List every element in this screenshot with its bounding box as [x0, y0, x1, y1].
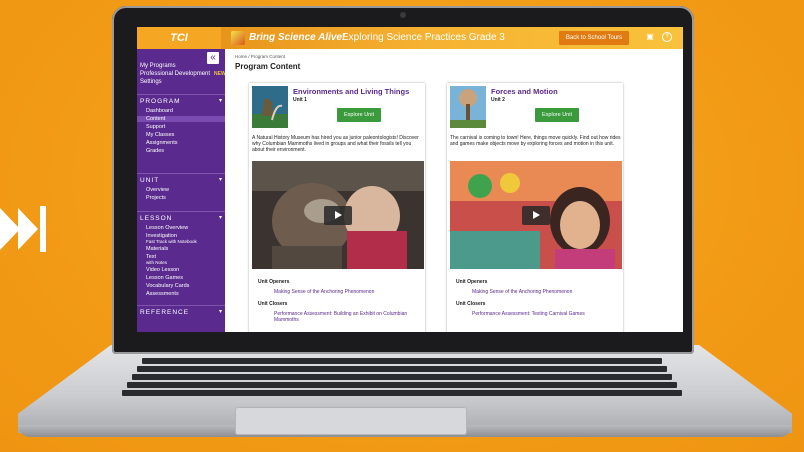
breadcrumb[interactable]: Home / Program Content	[235, 54, 285, 59]
sidebar-item-label: Professional Development	[140, 71, 211, 77]
performance-assessment-link[interactable]: Performance Assessment: Testing Carnival…	[472, 311, 612, 317]
help-icon[interactable]: ?	[662, 32, 672, 42]
sidebar-item-professional-development[interactable]: Professional Development NEW	[140, 71, 226, 77]
play-icon[interactable]	[324, 206, 352, 225]
sidebar-item-overview[interactable]: Overview	[137, 187, 225, 193]
sidebar-item-my-classes[interactable]: My Classes	[137, 132, 225, 138]
sidebar-item-sublabel: Fast Track with Notebook	[146, 239, 197, 244]
chevron-down-icon: ▾	[218, 98, 222, 104]
sidebar-item-lesson-games[interactable]: Lesson Games	[137, 275, 225, 281]
sidebar-item-grades[interactable]: Grades	[137, 148, 225, 154]
explore-unit-button[interactable]: Explore Unit	[337, 108, 381, 122]
section-title: UNIT	[140, 177, 160, 184]
unit-thumbnail[interactable]	[252, 86, 288, 128]
section-unit[interactable]: UNIT ▾	[137, 173, 225, 184]
unit-card: Forces and Motion Unit 2 Explore Unit Th…	[447, 83, 623, 332]
sidebar-item-text[interactable]: Text with Notes	[137, 254, 225, 266]
presentation-icon[interactable]: ▣	[645, 32, 655, 42]
laptop-screen: TCI Bring Science Alive! Exploring Scien…	[137, 27, 683, 332]
unit-video[interactable]	[450, 161, 622, 269]
program-logo-icon	[231, 31, 245, 45]
unit-openers-label: Unit Openers	[258, 279, 290, 285]
sidebar-item-content[interactable]: Content	[137, 116, 225, 122]
section-title: PROGRAM	[140, 98, 181, 105]
sidebar-item-dashboard[interactable]: Dashboard	[137, 108, 225, 114]
laptop-touchpad	[235, 407, 467, 435]
chevron-down-icon: ▾	[218, 177, 222, 183]
section-program[interactable]: PROGRAM ▾	[137, 94, 225, 105]
play-icon[interactable]	[522, 206, 550, 225]
unit-closers-label: Unit Closers	[258, 301, 288, 307]
anchoring-phenomenon-link[interactable]: Making Sense of the Anchoring Phenomenon	[472, 289, 572, 295]
sidebar-item-materials[interactable]: Materials	[137, 246, 225, 252]
sidebar-item-projects[interactable]: Projects	[137, 195, 225, 201]
sidebar-item-assessments[interactable]: Assessments	[137, 291, 225, 297]
sidebar-item-investigation[interactable]: Investigation Fast Track with Notebook	[137, 233, 225, 245]
explore-unit-button[interactable]: Explore Unit	[535, 108, 579, 122]
section-lesson[interactable]: LESSON ▾	[137, 211, 225, 222]
performance-assessment-link[interactable]: Performance Assessment: Building an Exhi…	[274, 311, 414, 323]
tci-logo[interactable]: TCI	[137, 27, 221, 49]
sidebar-item-lesson-overview[interactable]: Lesson Overview	[137, 225, 225, 231]
unit-title[interactable]: Forces and Motion	[491, 87, 558, 96]
unit-thumbnail[interactable]	[450, 86, 486, 128]
unit-openers-label: Unit Openers	[456, 279, 488, 285]
sidebar-item-my-programs[interactable]: My Programs	[140, 63, 176, 69]
unit-card: Environments and Living Things Unit 1 Ex…	[249, 83, 425, 332]
sidebar-item-vocabulary-cards[interactable]: Vocabulary Cards	[137, 283, 225, 289]
anchoring-phenomenon-link[interactable]: Making Sense of the Anchoring Phenomenon	[274, 289, 374, 295]
new-badge: NEW	[214, 71, 226, 77]
program-brand: Bring Science Alive!	[249, 32, 346, 43]
sidebar: « My Programs Professional Development NE…	[137, 49, 226, 332]
collapse-sidebar-button[interactable]: «	[207, 52, 219, 64]
unit-closers-label: Unit Closers	[456, 301, 486, 307]
sidebar-item-support[interactable]: Support	[137, 124, 225, 130]
unit-number: Unit 1	[293, 97, 307, 103]
back-to-school-tours-button[interactable]: Back to School Tours	[559, 31, 629, 45]
unit-description: A Natural History Museum has hired you a…	[252, 135, 419, 153]
unit-title[interactable]: Environments and Living Things	[293, 87, 409, 96]
section-title: REFERENCE	[140, 309, 190, 316]
section-reference[interactable]: REFERENCE ▾	[137, 305, 225, 316]
main-content: Home / Program Content Program Content E…	[225, 49, 683, 332]
course-title: Exploring Science Practices Grade 3	[342, 32, 505, 43]
unit-description: The carnival is coming to town! Here, th…	[450, 135, 621, 147]
skip-forward-icon[interactable]	[0, 200, 50, 258]
laptop-keyboard	[118, 358, 686, 402]
chevron-down-icon: ▾	[218, 215, 222, 221]
chevron-down-icon: ▾	[218, 309, 222, 315]
unit-number: Unit 2	[491, 97, 505, 103]
unit-video[interactable]	[252, 161, 424, 269]
page-title: Program Content	[235, 62, 301, 71]
sidebar-item-settings[interactable]: Settings	[140, 79, 162, 85]
webcam-icon	[400, 12, 406, 18]
sidebar-item-video-lesson[interactable]: Video Lesson	[137, 267, 225, 273]
sidebar-item-sublabel: with Notes	[146, 260, 168, 265]
sidebar-item-assignments[interactable]: Assignments	[137, 140, 225, 146]
section-title: LESSON	[140, 215, 173, 222]
